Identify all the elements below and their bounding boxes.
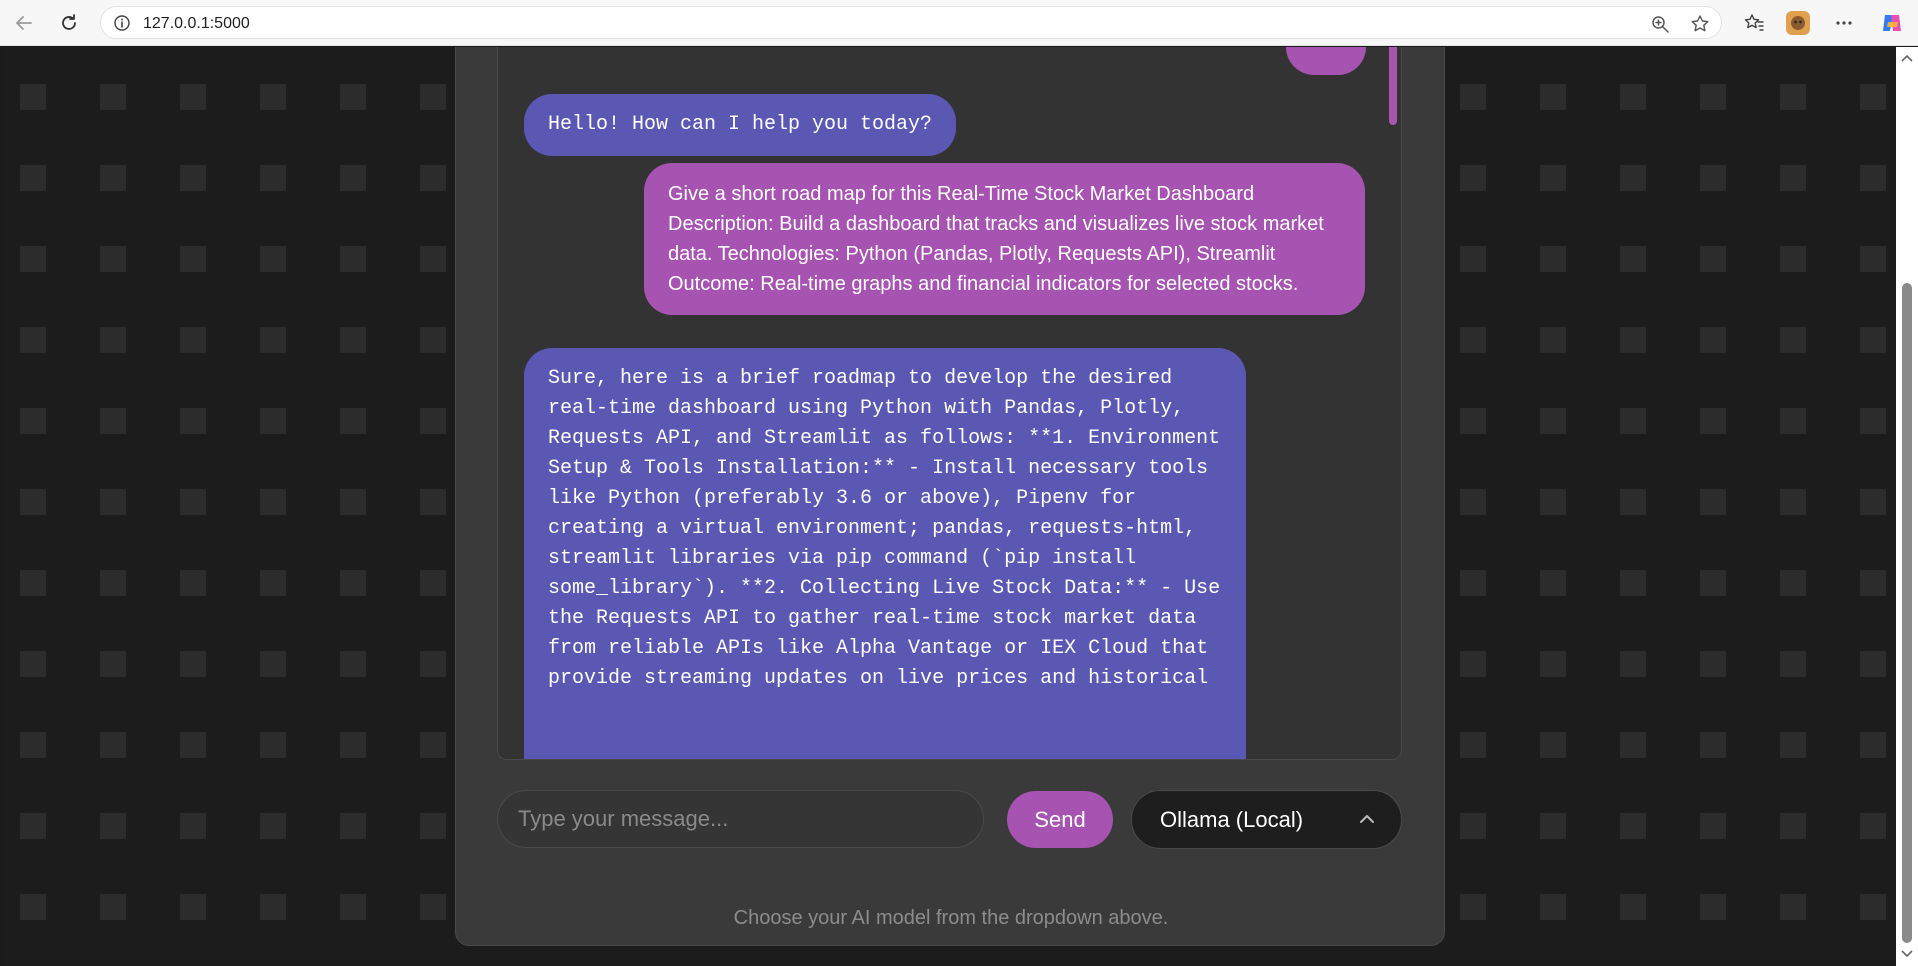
back-icon (16, 16, 32, 30)
chevron-up-icon (1360, 815, 1374, 823)
browser-toolbar: 127.0.0.1:5000 (0, 0, 1918, 46)
chat-scrollbar-thumb[interactable] (1389, 47, 1397, 125)
chat-messages[interactable]: Hello! How can I help you today? Give a … (497, 47, 1402, 760)
user-message-text: Give a short road map for this Real-Time… (668, 183, 1324, 295)
back-button[interactable] (10, 9, 38, 37)
url-text[interactable]: 127.0.0.1:5000 (143, 15, 250, 33)
bot-message-text: Hello! How can I help you today? (548, 113, 933, 136)
bot-message: Hello! How can I help you today? (524, 94, 957, 156)
user-message: Give a short road map for this Real-Time… (644, 163, 1365, 315)
page-scrollbar[interactable] (1896, 47, 1918, 966)
more-icon[interactable] (1830, 9, 1858, 37)
copilot-icon[interactable] (1878, 9, 1906, 37)
reload-icon (62, 14, 76, 30)
bot-message-text: Sure, here is a brief roadmap to develop… (548, 367, 1221, 690)
zoom-icon[interactable] (1649, 13, 1671, 35)
profile-icon[interactable] (1784, 9, 1812, 37)
page-scrollbar-thumb[interactable] (1902, 283, 1912, 943)
address-bar[interactable]: 127.0.0.1:5000 (100, 6, 1722, 39)
send-button[interactable]: Send (1007, 791, 1113, 848)
info-icon[interactable] (113, 14, 131, 32)
message-bubble-partial (1286, 47, 1366, 75)
reload-button[interactable] (55, 9, 83, 37)
page-viewport: Hello! How can I help you today? Give a … (4, 47, 1896, 966)
message-input[interactable] (497, 790, 984, 848)
favorites-icon[interactable] (1740, 9, 1768, 37)
star-icon[interactable] (1689, 13, 1711, 35)
scroll-up-icon[interactable] (1901, 53, 1913, 63)
model-select[interactable]: Ollama (Local) (1131, 790, 1402, 849)
model-hint: Choose your AI model from the dropdown a… (733, 907, 1169, 929)
bot-message: Sure, here is a brief roadmap to develop… (524, 348, 1246, 759)
model-select-value: Ollama (Local) (1160, 806, 1304, 832)
scroll-down-icon[interactable] (1901, 949, 1913, 959)
chat-card: Hello! How can I help you today? Give a … (455, 47, 1445, 946)
